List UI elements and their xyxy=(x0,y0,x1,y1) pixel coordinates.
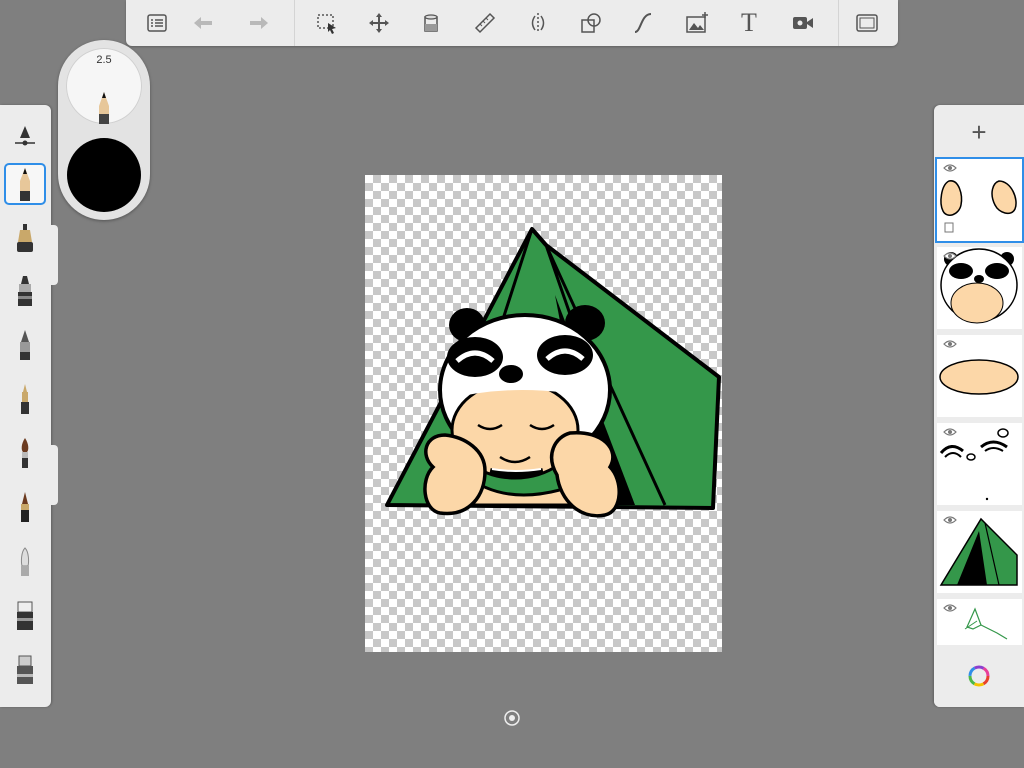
pencil-preview-icon xyxy=(99,92,109,124)
brush-panel-handle[interactable] xyxy=(51,445,58,505)
undo-icon[interactable] xyxy=(186,7,220,39)
eye-icon[interactable] xyxy=(943,427,957,437)
plus-icon: + xyxy=(971,116,987,147)
current-color-swatch[interactable] xyxy=(67,138,141,212)
selection-icon[interactable] xyxy=(310,7,344,39)
add-layer-button[interactable]: + xyxy=(934,113,1024,151)
text-glyph: T xyxy=(741,8,757,37)
fullscreen-icon[interactable] xyxy=(850,7,884,39)
ballpoint-pen-icon[interactable] xyxy=(5,379,45,419)
brush-size-control[interactable]: 2.5 xyxy=(66,48,142,124)
airbrush-icon[interactable] xyxy=(5,217,45,257)
transform-icon[interactable] xyxy=(362,7,396,39)
curve-icon[interactable] xyxy=(626,7,660,39)
ink-brush-icon[interactable] xyxy=(5,487,45,527)
symmetry-icon[interactable] xyxy=(521,7,555,39)
brush-palette xyxy=(0,105,51,707)
eraser-icon[interactable] xyxy=(5,595,45,635)
layers-panel: + xyxy=(934,105,1024,707)
video-icon[interactable] xyxy=(786,7,820,39)
eye-icon[interactable] xyxy=(943,251,957,261)
add-image-icon[interactable] xyxy=(680,7,714,39)
color-wheel-button[interactable] xyxy=(934,645,1024,707)
eye-icon[interactable] xyxy=(943,339,957,349)
eye-icon[interactable] xyxy=(943,603,957,613)
panda-tent-artwork xyxy=(385,227,721,518)
drawing-canvas[interactable] xyxy=(365,175,722,652)
text-icon[interactable]: T xyxy=(732,7,766,39)
eye-icon[interactable] xyxy=(943,163,957,173)
layer-body-ellipse[interactable] xyxy=(937,335,1022,417)
shapes-icon[interactable] xyxy=(574,7,608,39)
color-wheel-icon xyxy=(968,665,990,687)
fill-bucket-icon[interactable] xyxy=(415,7,449,39)
layer-eyes[interactable] xyxy=(937,423,1022,505)
brush-panel-handle[interactable] xyxy=(51,225,58,285)
brush-settings-icon[interactable] xyxy=(5,113,45,153)
marker-icon[interactable] xyxy=(5,271,45,311)
lists-icon[interactable] xyxy=(140,7,174,39)
top-toolbar: T xyxy=(126,0,898,46)
redo-icon[interactable] xyxy=(242,7,276,39)
smudge-icon[interactable] xyxy=(5,541,45,581)
layer-hands[interactable] xyxy=(935,157,1024,243)
canvas-rotate-handle-icon[interactable] xyxy=(503,709,521,727)
ruler-icon[interactable] xyxy=(468,7,502,39)
paintbrush-icon[interactable] xyxy=(5,433,45,473)
toolbar-divider xyxy=(838,0,839,46)
layer-tent[interactable] xyxy=(937,511,1022,593)
felt-pen-icon[interactable] xyxy=(5,325,45,365)
eye-icon[interactable] xyxy=(943,515,957,525)
pencil-brush-icon[interactable] xyxy=(4,163,46,205)
toolbar-divider xyxy=(294,0,295,46)
layer-panda-head[interactable] xyxy=(937,247,1022,329)
hard-eraser-icon[interactable] xyxy=(5,649,45,689)
brush-puck[interactable]: 2.5 xyxy=(58,40,150,220)
brush-size-value: 2.5 xyxy=(96,54,112,66)
